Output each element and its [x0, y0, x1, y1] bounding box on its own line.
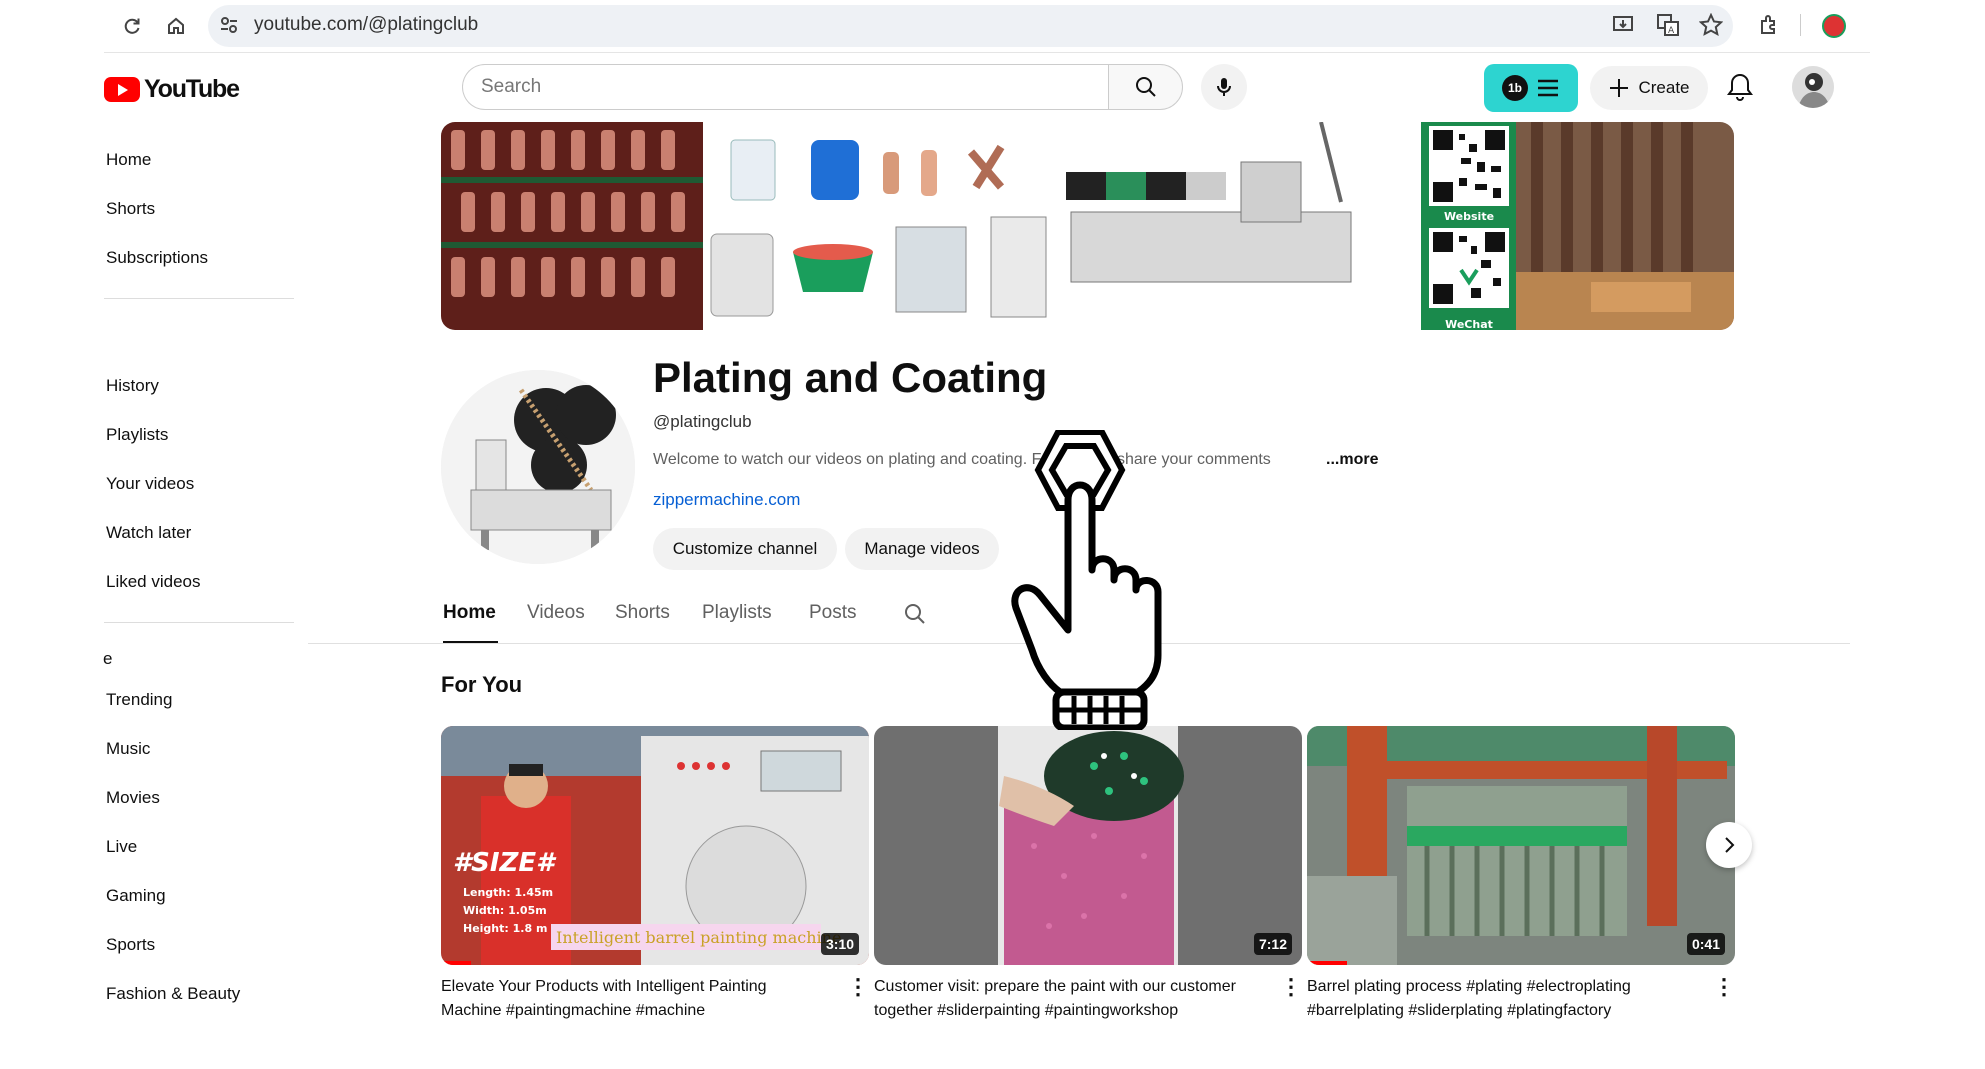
tab-home[interactable]: Home — [443, 602, 496, 624]
video-thumbnail-image — [874, 726, 1302, 965]
carousel-next-button[interactable] — [1706, 822, 1752, 868]
url-text[interactable]: youtube.com/@platingclub — [254, 14, 478, 36]
video-duration: 7:12 — [1253, 933, 1292, 955]
search-icon — [1135, 77, 1156, 97]
sidebar-item-subscriptions[interactable]: Subscriptions — [106, 248, 208, 268]
section-title: For You — [441, 672, 523, 697]
sidebar-item-fashion-beauty[interactable]: Fashion & Beauty — [106, 984, 240, 1004]
video-thumbnail[interactable]: 0:41 — [1307, 726, 1735, 965]
account-avatar[interactable] — [1792, 66, 1834, 108]
video-thumbnail[interactable]: 7:12 — [874, 726, 1302, 965]
channel-search-icon[interactable] — [903, 602, 927, 631]
thumb-overlay-line: Width: 1.05m — [463, 904, 547, 917]
video-duration: 0:41 — [1686, 933, 1725, 955]
more-options-icon[interactable]: ⋮ — [1280, 974, 1302, 1000]
more-options-icon[interactable]: ⋮ — [1713, 974, 1735, 1000]
site-settings-icon[interactable] — [218, 14, 240, 41]
voice-search-button[interactable] — [1201, 64, 1247, 110]
channel-handle: @platingclub — [653, 412, 752, 431]
thumb-overlay-line: Height: 1.8 m — [463, 922, 547, 935]
customize-channel-button[interactable]: Customize channel — [653, 528, 837, 570]
sidebar-item-shorts[interactable]: Shorts — [106, 199, 155, 219]
logo-text: YouTube — [144, 75, 240, 103]
channel-banner: Website WeChat — [441, 122, 1734, 330]
extension-logo-icon: 1b — [1502, 75, 1528, 101]
sidebar-divider — [104, 622, 294, 623]
banner-image: Website WeChat — [441, 122, 1734, 330]
thumb-overlay-title: #SIZE# — [453, 848, 557, 878]
sidebar-item-your-videos[interactable]: Your videos — [106, 474, 194, 494]
sidebar-section-label: e — [103, 649, 113, 668]
sidebar-divider — [104, 298, 294, 299]
sidebar-item-trending[interactable]: Trending — [106, 690, 172, 710]
video-thumbnail-image — [1307, 726, 1735, 965]
toolbar-divider — [1800, 14, 1801, 36]
description-more-link[interactable]: ...more — [1326, 451, 1378, 469]
channel-title: Plating and Coating — [653, 354, 1048, 401]
microphone-icon — [1217, 78, 1231, 96]
thumb-overlay-line: Length: 1.45m — [463, 886, 553, 899]
more-options-icon[interactable]: ⋮ — [847, 974, 869, 1000]
video-title[interactable]: Customer visit: prepare the paint with o… — [874, 975, 1264, 1023]
channel-avatar[interactable] — [441, 370, 635, 564]
translate-icon[interactable]: A — [1656, 13, 1680, 42]
hamburger-icon — [1538, 79, 1558, 97]
home-icon[interactable] — [162, 12, 190, 40]
toolbar-separator — [104, 52, 1870, 53]
sidebar-item-watch-later[interactable]: Watch later — [106, 523, 191, 543]
extensions-icon[interactable] — [1758, 13, 1782, 42]
sidebar-item-movies[interactable]: Movies — [106, 788, 160, 808]
youtube-play-icon — [104, 77, 140, 102]
sidebar-item-home[interactable]: Home — [106, 150, 151, 170]
qr-label-wechat: WeChat — [1445, 318, 1493, 330]
extension-menu-button[interactable]: 1b — [1484, 64, 1578, 112]
qr-label-website: Website — [1444, 210, 1494, 223]
video-duration: 3:10 — [820, 933, 859, 955]
video-thumbnail[interactable]: #SIZE# Length: 1.45m Width: 1.05m Height… — [441, 726, 869, 965]
tab-playlists[interactable]: Playlists — [702, 602, 772, 624]
svg-text:A: A — [1668, 26, 1675, 36]
create-button[interactable]: Create — [1590, 66, 1708, 110]
sidebar-item-playlists[interactable]: Playlists — [106, 425, 168, 445]
reload-icon[interactable] — [118, 12, 146, 40]
sidebar-item-history[interactable]: History — [106, 376, 159, 396]
bell-icon — [1727, 73, 1753, 101]
sidebar-item-sports[interactable]: Sports — [106, 935, 155, 955]
sidebar-item-live[interactable]: Live — [106, 837, 137, 857]
video-title[interactable]: Barrel plating process #plating #electro… — [1307, 975, 1697, 1023]
thumb-overlay-caption: Intelligent barrel painting machine — [556, 928, 841, 947]
bookmark-star-icon[interactable] — [1698, 12, 1724, 42]
sidebar-item-liked-videos[interactable]: Liked videos — [106, 572, 201, 592]
profile-avatar-icon[interactable] — [1822, 14, 1846, 38]
tab-posts[interactable]: Posts — [809, 602, 857, 624]
channel-avatar-image — [441, 370, 635, 564]
video-title[interactable]: Elevate Your Products with Intelligent P… — [441, 975, 831, 1023]
plus-icon — [1610, 79, 1629, 97]
youtube-logo[interactable]: YouTube — [104, 75, 240, 104]
sidebar-item-gaming[interactable]: Gaming — [106, 886, 166, 906]
sidebar-item-music[interactable]: Music — [106, 739, 150, 759]
search-button[interactable] — [1108, 64, 1183, 110]
search-box[interactable] — [462, 64, 1108, 110]
create-label: Create — [1638, 78, 1690, 97]
manage-videos-button[interactable]: Manage videos — [845, 528, 999, 570]
channel-website-link[interactable]: zippermachine.com — [653, 490, 800, 510]
search-input[interactable] — [463, 65, 1099, 109]
chevron-right-icon — [1725, 837, 1735, 853]
video-thumbnail-image: #SIZE# Length: 1.45m Width: 1.05m Height… — [441, 726, 869, 965]
hand-pointer-icon — [1010, 429, 1200, 732]
install-app-icon[interactable] — [1612, 13, 1636, 42]
notifications-button[interactable] — [1726, 72, 1754, 107]
tab-shorts[interactable]: Shorts — [615, 602, 670, 624]
tab-videos[interactable]: Videos — [527, 602, 585, 624]
